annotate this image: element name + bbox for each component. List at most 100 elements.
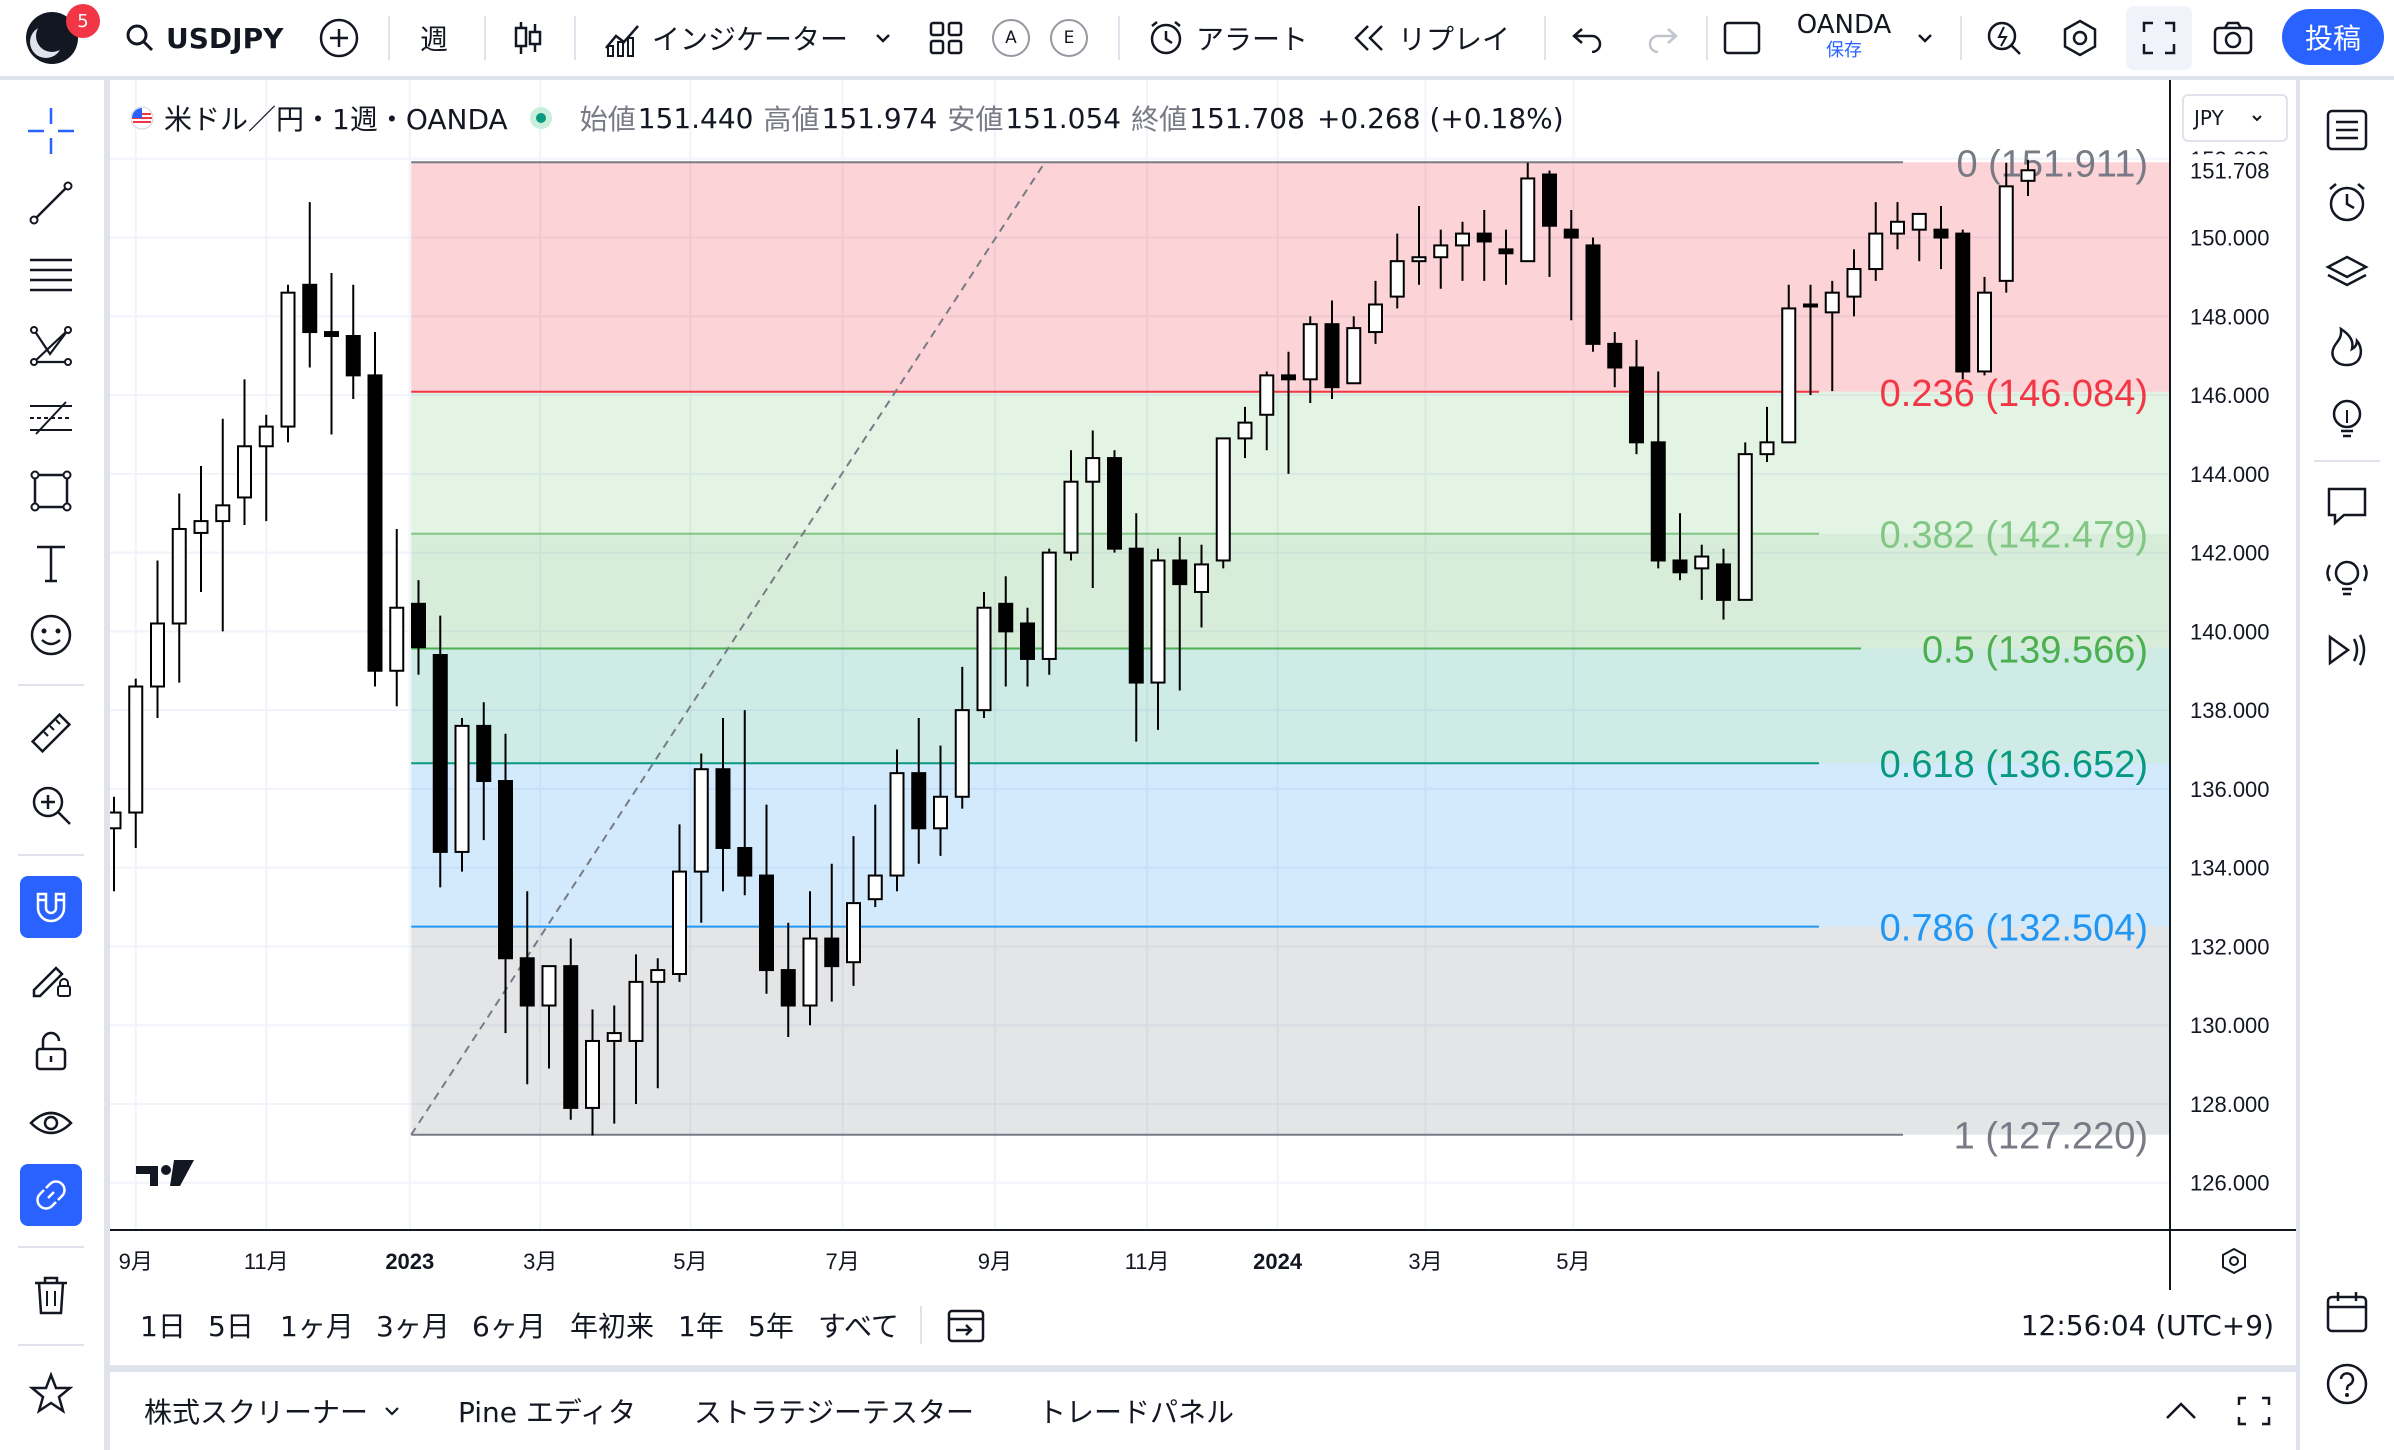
fullscreen-button[interactable] (2126, 6, 2192, 70)
range-all[interactable]: すべて (818, 1290, 899, 1360)
alert-mode-a-button[interactable]: A (992, 0, 1030, 76)
alerts-panel-button[interactable] (2317, 172, 2377, 232)
chart-canvas[interactable]: 0 (151.911) 0.236 (146.084) 0.382 (142.479… (110, 80, 2296, 1290)
icon-tool[interactable] (20, 604, 82, 666)
price-tick-label: 144.000 (2190, 462, 2270, 487)
camera-icon (2213, 21, 2253, 55)
axis-settings-hexagon (2222, 1247, 2246, 1275)
price-tick-label: 126.000 (2190, 1171, 2270, 1196)
candle-body (1455, 232, 1470, 247)
hotlists-button[interactable] (2317, 316, 2377, 376)
replay-panel-button[interactable] (2317, 620, 2377, 680)
market-status-icon[interactable] (529, 107, 552, 129)
tab-pine-editor[interactable]: Pine エディタ (458, 1372, 636, 1450)
settings-button[interactable] (2060, 0, 2100, 76)
redo-button[interactable] (1646, 0, 1680, 76)
hide-drawings-button[interactable] (20, 1092, 82, 1154)
range-1d[interactable]: 1日 (140, 1290, 186, 1360)
axis-settings-icon (2222, 1247, 2246, 1275)
measure-tool[interactable] (20, 702, 82, 764)
indicators-button[interactable]: インジケーター (602, 0, 894, 76)
goto-date-button[interactable] (946, 1290, 986, 1360)
candle (1215, 437, 1231, 569)
text-tool[interactable] (20, 532, 82, 594)
clock-timezone[interactable]: 12:56:04 (UTC+9) (2021, 1290, 2274, 1360)
alert-button[interactable]: アラート (1146, 0, 1308, 76)
candle-body (1020, 622, 1035, 660)
streams-button[interactable] (2317, 548, 2377, 608)
range-1m[interactable]: 1ヶ月 (280, 1290, 354, 1360)
toolbar-divider (18, 684, 84, 686)
screenshot-button[interactable] (2212, 0, 2254, 76)
zoom-tool[interactable] (20, 774, 82, 836)
range-3m[interactable]: 3ヶ月 (376, 1290, 450, 1360)
toolbar-divider (1960, 16, 1962, 60)
symbol-search[interactable]: USDJPY (124, 0, 283, 76)
publish-button[interactable]: 投稿 (2282, 9, 2384, 65)
candle-body (432, 654, 448, 853)
fib-tool[interactable] (20, 244, 82, 306)
tab-stock-screener[interactable]: 株式スクリーナー (144, 1372, 402, 1450)
lock-drawings-button[interactable] (20, 1020, 82, 1082)
alert-mode-e-button[interactable]: E (1050, 0, 1088, 76)
layout-templates-button[interactable] (928, 0, 964, 76)
candle (976, 591, 992, 719)
fibonacci-retracement[interactable]: 0 (151.911) 0.236 (146.084) 0.382 (142.479… (410, 143, 2170, 1158)
quick-search-button[interactable] (1984, 0, 2024, 76)
price-tick-label: 142.000 (2190, 541, 2270, 566)
tab-trading-panel[interactable]: トレードパネル (1038, 1372, 1234, 1450)
range-ytd[interactable]: 年初来 (570, 1290, 654, 1360)
candle (324, 272, 339, 435)
layout-name[interactable]: OANDA 保存 (1784, 10, 1904, 62)
price-tick-label: 132.000 (2190, 934, 2270, 959)
range-1y[interactable]: 1年 (678, 1290, 724, 1360)
compare-symbol-button[interactable] (318, 0, 360, 76)
fib-level-label: 0.786 (132.504) (1880, 908, 2148, 950)
replay-label: リプレイ (1398, 23, 1511, 56)
candle (1781, 284, 1797, 444)
shape-tool[interactable] (20, 460, 82, 522)
candle (432, 615, 448, 888)
zoom-in-icon (32, 786, 71, 825)
tab-strategy-tester[interactable]: ストラテジーテスター (694, 1372, 974, 1450)
trend-line-tool[interactable] (20, 172, 82, 234)
crosshair-tool[interactable] (20, 100, 82, 162)
collapse-panel-button[interactable] (2164, 1372, 2198, 1450)
candle-body (824, 937, 840, 968)
range-5d[interactable]: 5日 (208, 1290, 254, 1360)
magnet-mode-button[interactable] (20, 876, 82, 938)
object-tree-button[interactable] (2317, 244, 2377, 304)
sync-drawings-button[interactable] (20, 1164, 82, 1226)
interval-button[interactable]: 週 (420, 0, 448, 76)
series-title[interactable]: 米ドル／円・1週・OANDA (164, 98, 508, 138)
forecast-tool[interactable] (20, 388, 82, 450)
layout-button[interactable] (1722, 0, 1762, 76)
currency-select[interactable]: JPY (2182, 94, 2288, 142)
candle (454, 718, 470, 872)
candle (1977, 276, 1992, 376)
series-legend: 米ドル／円・1週・OANDA 始値 151.440 高値 151.974 安値 … (130, 98, 1564, 138)
layout-menu-button[interactable] (1914, 0, 1936, 76)
pattern-tool[interactable] (20, 316, 82, 378)
candle-body (933, 795, 948, 830)
undo-button[interactable] (1570, 0, 1604, 76)
help-button[interactable] (2317, 1354, 2377, 1414)
chats-button[interactable] (2317, 476, 2377, 536)
chart-area[interactable]: 0 (151.911) 0.236 (146.084) 0.382 (142.479… (110, 80, 2296, 1365)
candle-body (1716, 563, 1731, 601)
favorites-button[interactable] (20, 1362, 82, 1424)
indicators-icon (605, 25, 639, 57)
layers-icon (2325, 255, 2369, 287)
replay-button[interactable]: リプレイ (1352, 0, 1510, 76)
watchlist-button[interactable] (2317, 100, 2377, 160)
candle-body (1302, 323, 1318, 381)
calendar-button[interactable] (2317, 1282, 2377, 1342)
chart-type-button[interactable] (512, 0, 544, 76)
remove-drawings-button[interactable] (20, 1264, 82, 1326)
range-5y[interactable]: 5年 (748, 1290, 794, 1360)
maximize-panel-button[interactable] (2236, 1372, 2272, 1450)
candle-body (672, 870, 687, 976)
stay-in-drawing-mode-button[interactable] (20, 948, 82, 1010)
range-6m[interactable]: 6ヶ月 (472, 1290, 546, 1360)
ideas-button[interactable] (2317, 388, 2377, 448)
